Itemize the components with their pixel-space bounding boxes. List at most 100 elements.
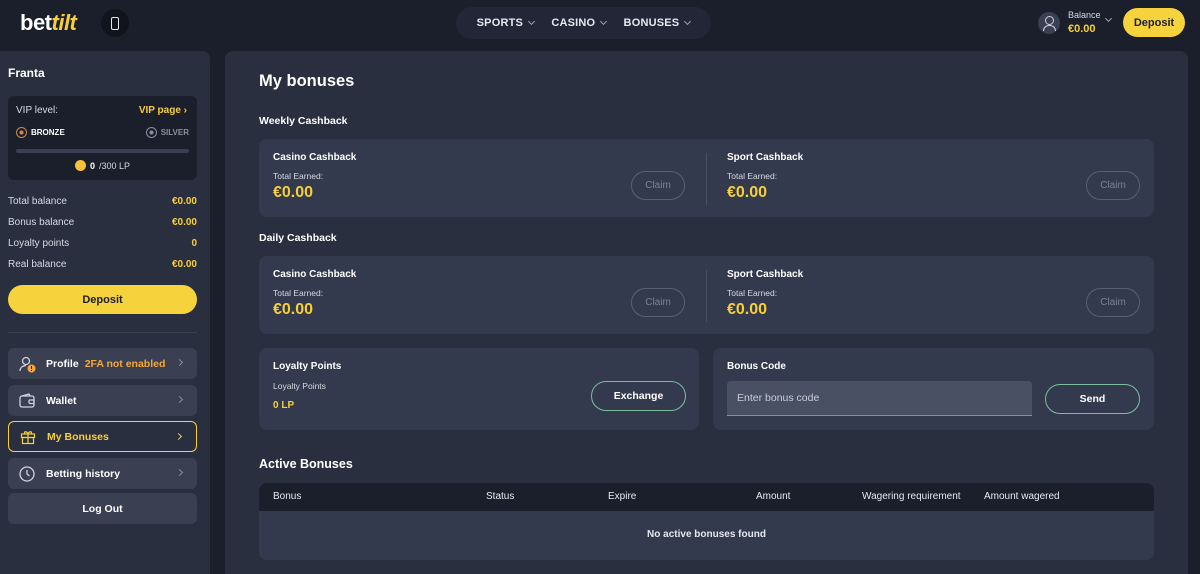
tier-bronze-label: BRONZE xyxy=(31,128,65,137)
sidebar-item-wallet[interactable]: Wallet xyxy=(8,385,197,416)
column-bonus: Bonus xyxy=(273,491,302,502)
column-amount-wagered: Amount wagered xyxy=(984,491,1060,502)
nav-bonuses[interactable]: BONUSES xyxy=(624,17,692,29)
daily-sport-cashback: Sport Cashback Total Earned: €0.00 Claim xyxy=(713,256,1161,334)
phone-icon xyxy=(111,16,119,30)
bonus-code-title: Bonus Code xyxy=(727,361,786,372)
vip-card: VIP level: VIP page › BRONZE SILVER 0/30… xyxy=(8,96,197,180)
daily-cashback-card: Casino Cashback Total Earned: €0.00 Clai… xyxy=(259,256,1154,334)
tier-silver-label: SILVER xyxy=(160,128,189,137)
logo-part-tilt: tilt xyxy=(51,10,77,35)
vip-page-link[interactable]: VIP page › xyxy=(139,105,187,116)
stat-loyalty-points: Loyalty points 0 xyxy=(8,238,197,249)
loyalty-value: 0 LP xyxy=(273,400,295,411)
cashback-title: Casino Cashback xyxy=(273,269,357,280)
bonus-code-input[interactable] xyxy=(727,381,1032,416)
chevron-down-icon xyxy=(1104,14,1113,23)
sidebar-item-label: Wallet xyxy=(46,394,77,407)
nav-casino[interactable]: CASINO xyxy=(551,17,608,29)
daily-cashback-heading: Daily Cashback xyxy=(259,232,337,244)
stat-total-balance: Total balance €0.00 xyxy=(8,196,197,207)
daily-sport-claim-button[interactable]: Claim xyxy=(1086,288,1140,317)
tier-silver: SILVER xyxy=(145,127,189,138)
active-bonuses-table: Bonus Status Expire Amount Wagering requ… xyxy=(259,483,1154,560)
chevron-down-icon xyxy=(684,17,692,26)
weekly-casino-claim-button[interactable]: Claim xyxy=(631,171,685,200)
logout-button[interactable]: Log Out xyxy=(8,493,197,524)
chevron-right-icon xyxy=(175,395,184,404)
sidebar-item-profile[interactable]: Profile 2FA not enabled xyxy=(8,348,197,379)
nav-casino-label: CASINO xyxy=(551,17,596,29)
bronze-medal-icon xyxy=(16,127,27,138)
cashback-title: Sport Cashback xyxy=(727,269,804,280)
column-expire: Expire xyxy=(608,491,637,502)
total-earned-label: Total Earned: xyxy=(727,171,778,181)
sidebar-item-label: Profile xyxy=(46,357,79,370)
vip-points: 0/300 LP xyxy=(8,160,197,171)
bettilt-logo[interactable]: bettilt xyxy=(20,10,77,36)
balance-value: €0.00 xyxy=(1068,22,1096,35)
stat-label: Loyalty points xyxy=(8,238,70,249)
total-earned-label: Total Earned: xyxy=(273,288,324,298)
loyalty-points-card: Loyalty Points Loyalty Points 0 LP Excha… xyxy=(259,348,699,430)
user-avatar-icon xyxy=(1038,12,1060,34)
bonus-code-card: Bonus Code Send xyxy=(713,348,1154,430)
weekly-casino-cashback: Casino Cashback Total Earned: €0.00 Clai… xyxy=(259,139,707,217)
clock-icon xyxy=(18,465,36,483)
vip-progress-bar xyxy=(16,149,189,153)
total-earned-label: Total Earned: xyxy=(273,171,324,181)
daily-casino-claim-button[interactable]: Claim xyxy=(631,288,685,317)
stat-value: €0.00 xyxy=(171,196,197,207)
loyalty-sub-label: Loyalty Points xyxy=(273,381,326,391)
exchange-button[interactable]: Exchange xyxy=(591,381,686,411)
send-button[interactable]: Send xyxy=(1045,384,1140,414)
profile-warning-icon xyxy=(18,355,36,373)
page-title: My bonuses xyxy=(259,72,355,90)
vip-points-value: 0 xyxy=(89,160,95,171)
top-bar: bettilt SPORTS CASINO BONUSES Balance €0… xyxy=(0,0,1200,46)
column-amount: Amount xyxy=(756,491,791,502)
cashback-amount: €0.00 xyxy=(273,301,314,318)
stat-value: €0.00 xyxy=(171,217,197,228)
sidebar-deposit-button[interactable]: Deposit xyxy=(8,285,197,314)
stat-label: Total balance xyxy=(8,196,67,207)
cashback-amount: €0.00 xyxy=(273,184,314,201)
vip-level-label: VIP level: xyxy=(16,105,59,116)
empty-state-text: No active bonuses found xyxy=(647,529,766,540)
weekly-sport-claim-button[interactable]: Claim xyxy=(1086,171,1140,200)
balance-label: Balance xyxy=(1068,10,1101,20)
sidebar-item-label: Betting history xyxy=(46,467,121,480)
cashback-amount: €0.00 xyxy=(727,301,768,318)
header-deposit-button[interactable]: Deposit xyxy=(1123,8,1185,37)
2fa-warning: 2FA not enabled xyxy=(84,357,166,370)
total-earned-label: Total Earned: xyxy=(727,288,778,298)
sidebar-item-my-bonuses[interactable]: My Bonuses xyxy=(8,421,197,452)
stat-label: Bonus balance xyxy=(8,217,75,228)
nav-sports[interactable]: SPORTS xyxy=(476,17,536,29)
mobile-app-button[interactable] xyxy=(101,9,129,37)
stat-value: €0.00 xyxy=(171,259,197,270)
weekly-cashback-heading: Weekly Cashback xyxy=(259,115,348,127)
card-divider xyxy=(706,153,707,205)
stat-bonus-balance: Bonus balance €0.00 xyxy=(8,217,197,228)
account-sidebar: Franta VIP level: VIP page › BRONZE SILV… xyxy=(0,51,210,574)
balance-dropdown[interactable]: Balance €0.00 xyxy=(1034,7,1118,39)
sidebar-item-label: My Bonuses xyxy=(47,430,109,443)
active-bonuses-heading: Active Bonuses xyxy=(259,457,353,471)
coin-icon xyxy=(74,160,86,171)
top-nav: SPORTS CASINO BONUSES xyxy=(456,7,711,39)
silver-medal-icon xyxy=(145,127,157,138)
weekly-cashback-card: Casino Cashback Total Earned: €0.00 Clai… xyxy=(259,139,1154,217)
nav-sports-label: SPORTS xyxy=(476,17,524,29)
daily-casino-cashback: Casino Cashback Total Earned: €0.00 Clai… xyxy=(259,256,707,334)
column-status: Status xyxy=(486,491,515,502)
username: Franta xyxy=(8,66,45,80)
card-divider xyxy=(706,270,707,322)
sidebar-item-betting-history[interactable]: Betting history xyxy=(8,458,197,489)
stat-value: 0 xyxy=(191,238,197,249)
bonuses-panel: My bonuses Weekly Cashback Casino Cashba… xyxy=(225,51,1188,574)
loyalty-title: Loyalty Points xyxy=(273,361,342,372)
cashback-title: Casino Cashback xyxy=(273,152,357,163)
chevron-right-icon xyxy=(174,432,183,441)
vip-points-suffix: /300 LP xyxy=(98,160,131,171)
